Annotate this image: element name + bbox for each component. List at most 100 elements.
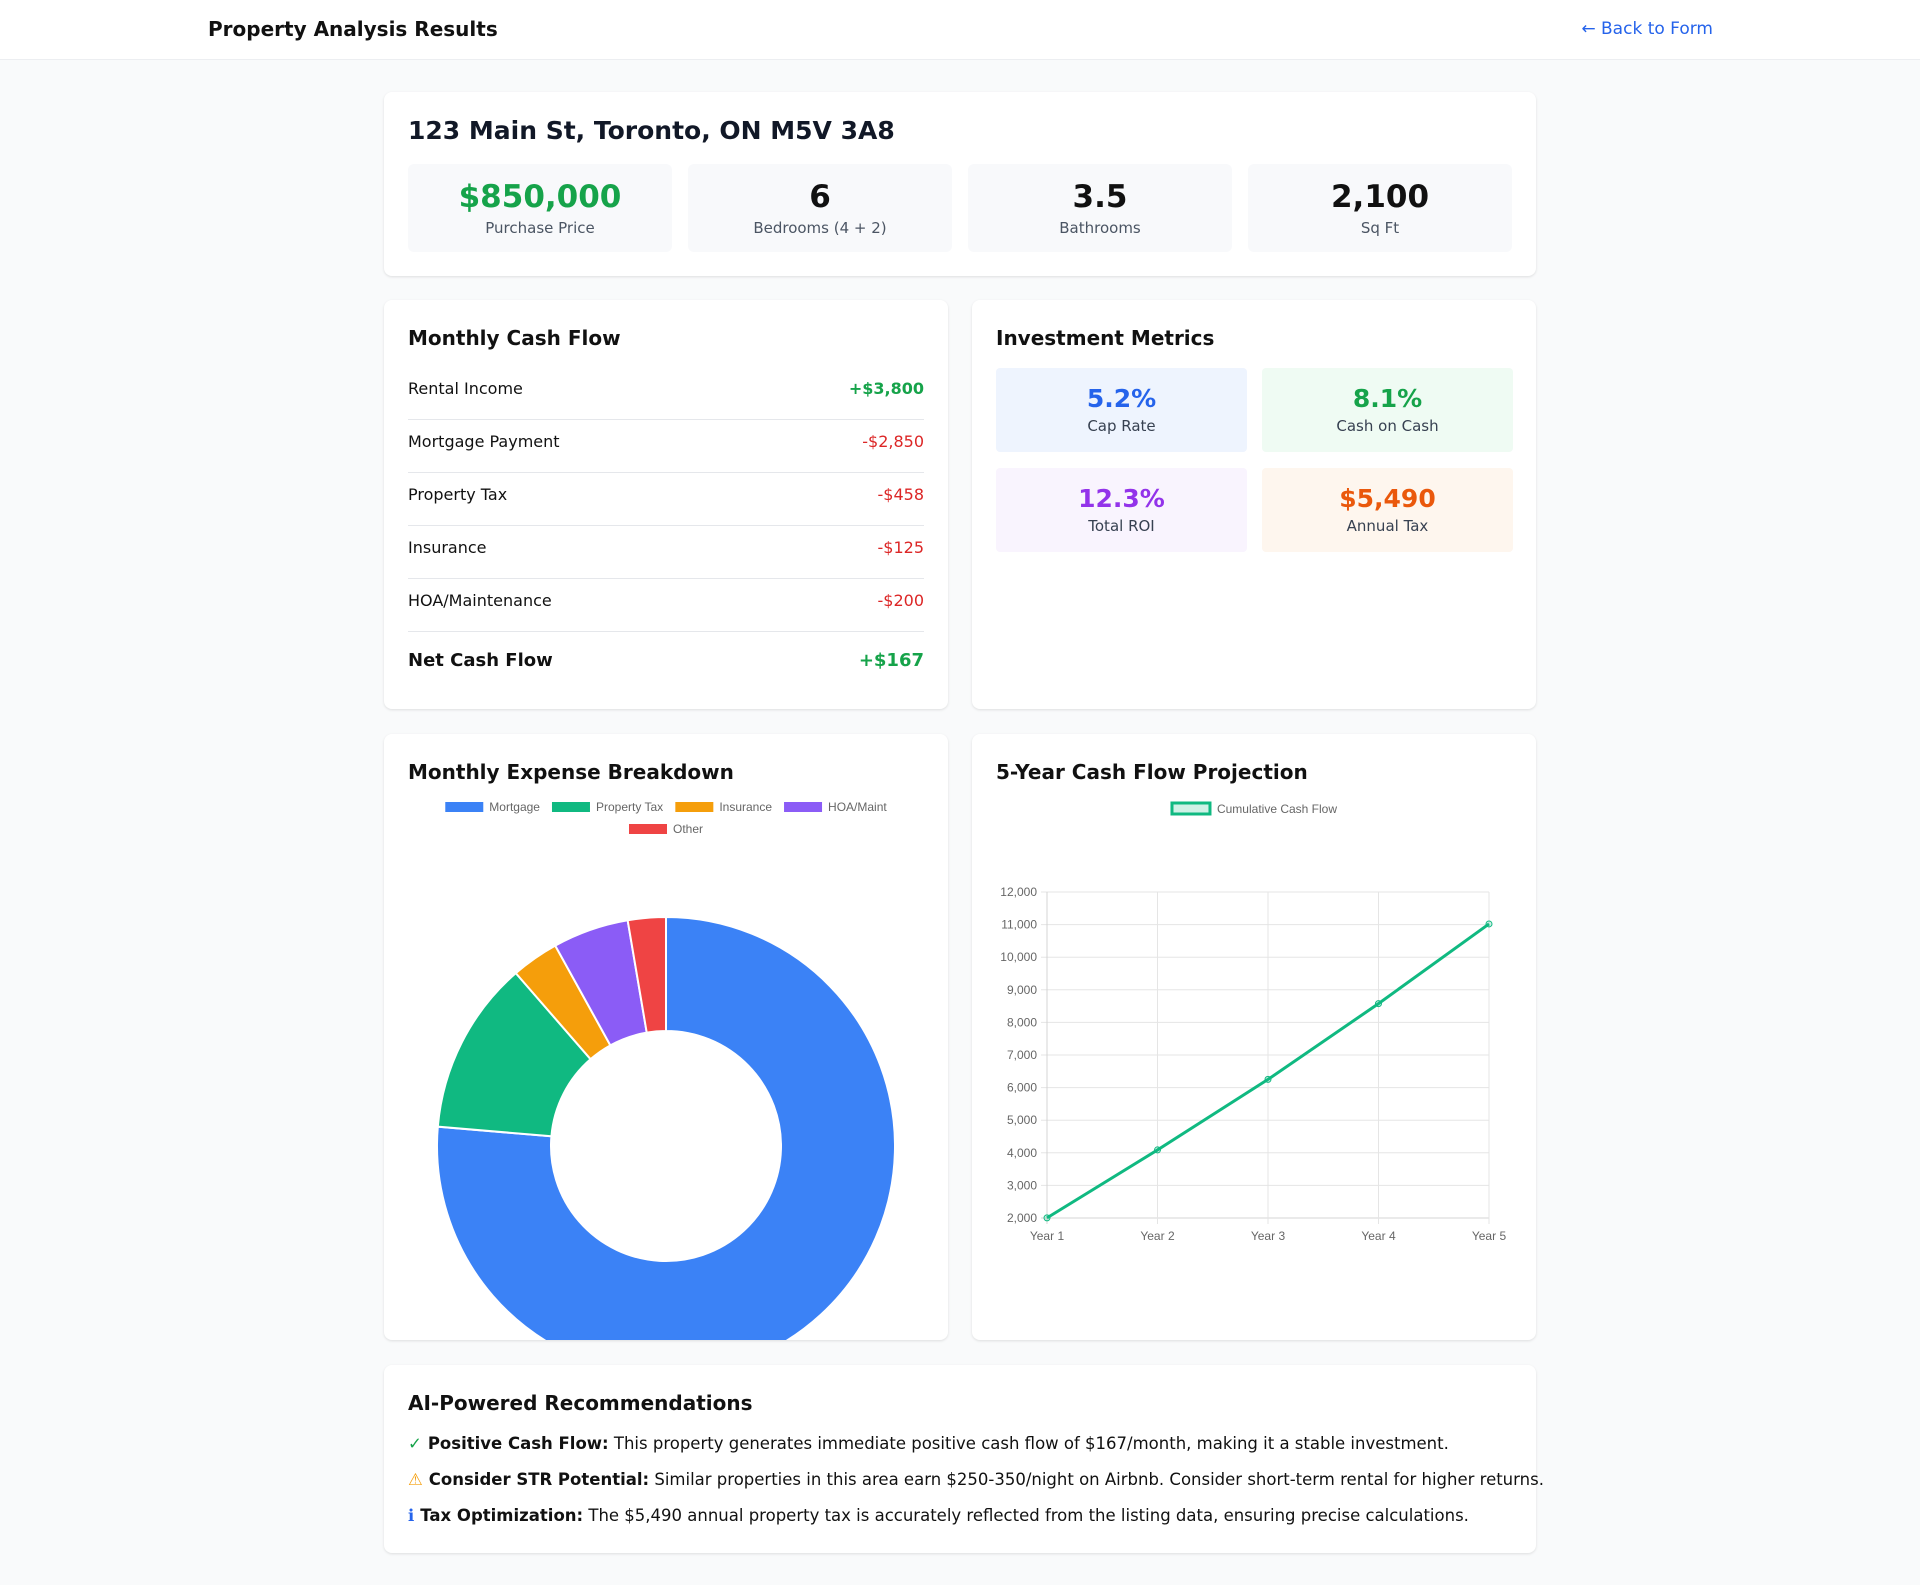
recommendation-text: This property generates immediate positi… <box>608 1434 1449 1453</box>
property-summary-card: 123 Main St, Toronto, ON M5V 3A8 $850,00… <box>384 92 1536 276</box>
sqft-stat: 2,100 Sq Ft <box>1248 164 1512 252</box>
data-point <box>1154 1146 1161 1154</box>
recommendation-text: The $5,490 annual property tax is accura… <box>583 1506 1469 1525</box>
expense-doughnut-chart: Mortgage Property Tax Insurance HOA/Maint Ot… <box>436 800 896 1340</box>
stat-value: 3.5 <box>1072 179 1128 215</box>
recommendation-item: ℹ Tax Optimization: The $5,490 annual pro… <box>408 1506 1469 1525</box>
y-tick-label: 8,000 <box>1007 1015 1037 1029</box>
row-label: Property Tax <box>408 485 508 504</box>
net-cash-flow-row: Net Cash Flow +$167 <box>408 634 924 687</box>
data-point <box>1375 1000 1382 1008</box>
bedrooms-stat: 6 Bedrooms (4 + 2) <box>688 164 952 252</box>
row-label: Rental Income <box>408 379 523 398</box>
stat-value: $850,000 <box>458 179 622 215</box>
legend-label: Cumulative Cash Flow <box>1217 802 1337 816</box>
legend-label: Other <box>673 822 703 836</box>
stat-label: Sq Ft <box>1360 218 1400 237</box>
property-address: 123 Main St, Toronto, ON M5V 3A8 <box>408 116 895 145</box>
data-point <box>1043 1214 1051 1222</box>
cash-flow-projection-card: 5-Year Cash Flow Projection Cumulative C… <box>972 734 1536 1340</box>
legend-label: Property Tax <box>596 800 663 814</box>
annual-tax-metric: $5,490 Annual Tax <box>1262 468 1513 552</box>
card-title: AI-Powered Recommendations <box>408 1391 753 1415</box>
recommendation-heading: Tax Optimization: <box>420 1506 584 1525</box>
legend-label: HOA/Maint <box>828 800 887 814</box>
metric-value: 8.1% <box>1352 384 1423 413</box>
row-value: +$167 <box>858 650 924 671</box>
cash-flow-row: Mortgage Payment -$2,850 <box>408 420 924 473</box>
legend-swatch <box>551 802 590 812</box>
card-title: Monthly Cash Flow <box>408 326 621 350</box>
recommendation-item: ✓ Positive Cash Flow: This property gener… <box>408 1434 1449 1453</box>
x-tick-label: Year 5 <box>1472 1229 1507 1243</box>
metric-value: $5,490 <box>1339 484 1436 513</box>
row-value: -$458 <box>877 485 925 504</box>
legend-swatch <box>675 802 714 812</box>
metric-label: Cash on Cash <box>1336 416 1439 435</box>
data-point <box>1485 920 1493 928</box>
legend-label: Mortgage <box>489 800 540 814</box>
total-roi-metric: 12.3% Total ROI <box>996 468 1247 552</box>
cash-flow-row: Insurance -$125 <box>408 526 924 579</box>
x-tick-label: Year 3 <box>1251 1229 1286 1243</box>
purchase-price-stat: $850,000 Purchase Price <box>408 164 672 252</box>
cash-on-cash-metric: 8.1% Cash on Cash <box>1262 368 1513 452</box>
card-title: 5-Year Cash Flow Projection <box>996 760 1308 784</box>
metric-label: Annual Tax <box>1346 516 1429 535</box>
back-to-form-link[interactable]: ← Back to Form <box>1581 19 1713 39</box>
legend-swatch <box>1170 801 1212 816</box>
bathrooms-stat: 3.5 Bathrooms <box>968 164 1232 252</box>
stat-label: Purchase Price <box>485 218 595 237</box>
y-tick-label: 5,000 <box>1007 1113 1037 1127</box>
y-tick-label: 6,000 <box>1007 1081 1037 1095</box>
warning-icon: ⚠ <box>408 1470 423 1489</box>
row-label: HOA/Maintenance <box>408 591 552 610</box>
legend-swatch <box>784 802 823 812</box>
row-value: +$3,800 <box>848 379 924 398</box>
cash-flow-line-chart: Cumulative Cash Flow 2,000 3,000 4,000 5,000… <box>1000 801 1507 1243</box>
cash-flow-row: HOA/Maintenance -$200 <box>408 579 924 632</box>
recommendation-heading: Consider STR Potential: <box>428 1470 650 1489</box>
page-title: Property Analysis Results <box>208 17 498 41</box>
metric-value: 5.2% <box>1086 384 1157 413</box>
info-icon: ℹ <box>408 1506 415 1525</box>
y-tick-label: 2,000 <box>1007 1211 1037 1225</box>
data-point <box>1264 1075 1272 1083</box>
x-tick-label: Year 1 <box>1030 1229 1065 1243</box>
row-label: Insurance <box>408 538 487 557</box>
investment-metrics-card: Investment Metrics 5.2% Cap Rate 8.1% Ca… <box>972 300 1536 709</box>
x-tick-label: Year 2 <box>1140 1229 1175 1243</box>
top-bar: Property Analysis Results ← Back to Form <box>0 0 1920 60</box>
row-label: Net Cash Flow <box>408 650 553 671</box>
y-tick-label: 4,000 <box>1007 1146 1037 1160</box>
stat-value: 2,100 <box>1330 179 1430 215</box>
row-value: -$2,850 <box>862 432 924 451</box>
row-value: -$125 <box>877 538 925 557</box>
metric-label: Total ROI <box>1088 516 1155 535</box>
y-tick-label: 9,000 <box>1007 983 1037 997</box>
y-tick-label: 3,000 <box>1007 1178 1037 1192</box>
metric-value: 12.3% <box>1078 484 1165 513</box>
card-title: Monthly Expense Breakdown <box>408 760 734 784</box>
metric-label: Cap Rate <box>1087 416 1156 435</box>
y-tick-label: 12,000 <box>1000 885 1037 899</box>
card-title: Investment Metrics <box>996 326 1215 350</box>
recommendation-item: ⚠ Consider STR Potential: Similar propert… <box>408 1470 1544 1489</box>
x-tick-label: Year 4 <box>1361 1229 1396 1243</box>
legend-label: Insurance <box>719 800 772 814</box>
legend-swatch <box>445 802 484 812</box>
row-label: Mortgage Payment <box>408 432 560 451</box>
row-value: -$200 <box>877 591 925 610</box>
y-tick-label: 10,000 <box>1000 950 1037 964</box>
recommendation-heading: Positive Cash Flow: <box>427 1434 609 1453</box>
ai-recommendations-card: AI-Powered Recommendations ✓ Positive Cas… <box>384 1365 1544 1553</box>
stat-value: 6 <box>809 179 831 215</box>
y-tick-label: 11,000 <box>1001 918 1037 932</box>
check-icon: ✓ <box>408 1434 422 1453</box>
stat-label: Bedrooms (4 + 2) <box>753 218 887 237</box>
cash-flow-row: Rental Income +$3,800 <box>408 367 924 420</box>
monthly-cash-flow-card: Monthly Cash Flow Rental Income +$3,800 … <box>384 300 948 709</box>
y-tick-label: 7,000 <box>1007 1048 1037 1062</box>
recommendation-text: Similar properties in this area earn $25… <box>649 1470 1544 1489</box>
expense-breakdown-card: Monthly Expense Breakdown Mortgage Proper… <box>384 734 948 1340</box>
